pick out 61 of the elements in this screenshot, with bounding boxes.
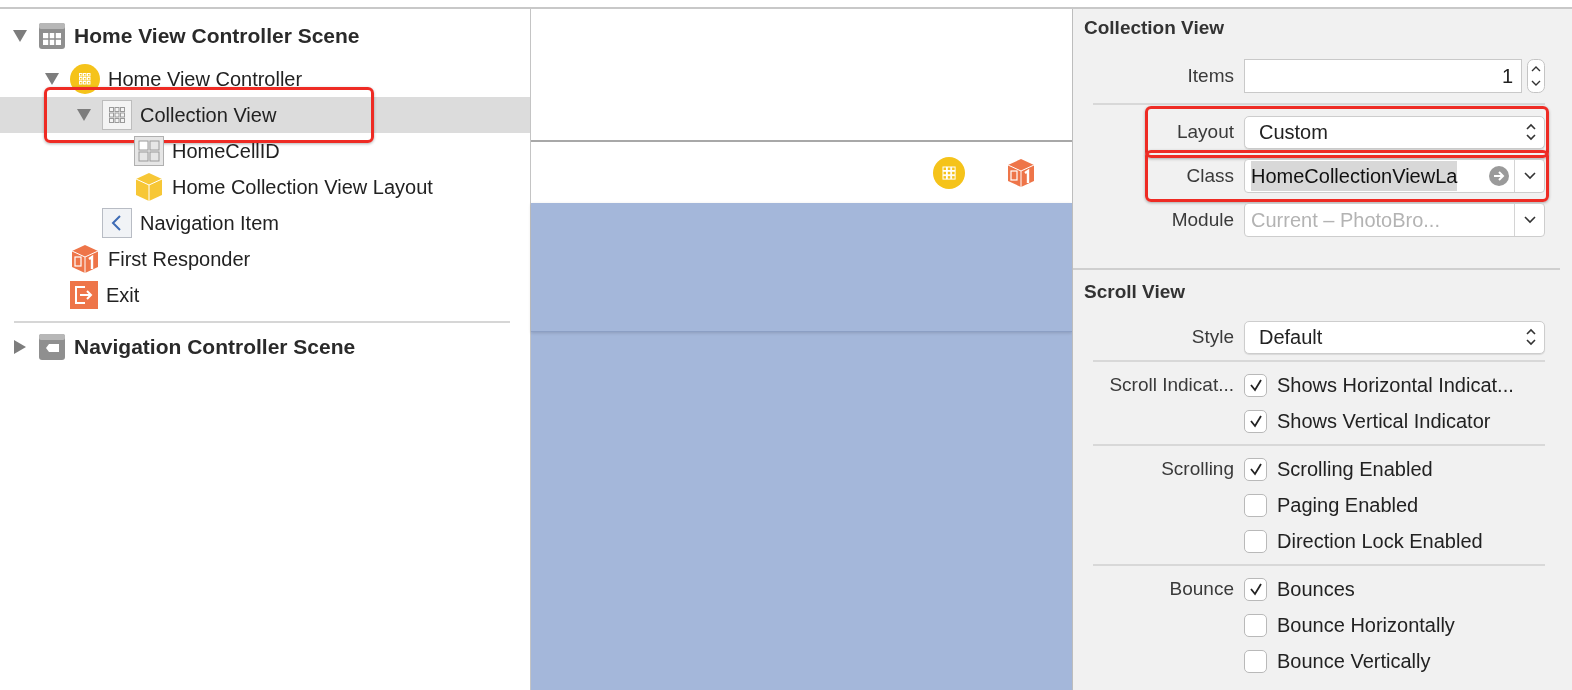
chevron-down-icon [1523,172,1536,180]
tree-item[interactable]: Exit [0,277,530,313]
checkbox[interactable] [1244,649,1267,673]
tree-item[interactable]: HomeCellID [0,133,530,169]
checkbox-label: Bounce Horizontally [1277,613,1455,638]
section-title: Collection View [1084,17,1226,39]
cube-icon [134,172,164,202]
check-icon [1248,378,1263,392]
arrow-circle-icon[interactable] [1488,165,1510,187]
field-label: Class [1186,163,1234,188]
checkbox[interactable] [1244,409,1267,433]
chevron-down-icon [1523,216,1536,224]
check-icon [1248,582,1263,596]
tree-item[interactable]: Home View Controller Scene [0,18,530,54]
disclosure-triangle-icon[interactable] [12,29,28,43]
checkbox[interactable] [1244,457,1267,481]
field-label: Bounce [1169,576,1234,601]
number-field[interactable]: 1 [1244,59,1522,93]
checkbox[interactable] [1244,529,1267,553]
exit-icon [70,281,98,309]
tree-item[interactable]: Navigation Item [0,205,530,241]
field-label: Style [1191,324,1234,349]
tree-item[interactable]: First Responder [0,241,530,277]
tree-item[interactable]: Collection View [0,97,530,133]
cube-icon[interactable] [1006,157,1036,188]
cell-icon [134,136,164,166]
checkbox-label: Scrolling Enabled [1277,457,1433,482]
field-label: Scrolling [1161,456,1234,481]
popup-button[interactable]: Custom [1244,115,1545,149]
field-label: Module [1171,207,1234,232]
scene-icon [38,22,66,50]
tree-item[interactable]: Home View Controller [0,61,530,97]
checkbox[interactable] [1244,577,1267,601]
section-title: Scroll View [1084,281,1187,303]
checkbox-label: Bounce Vertically [1277,649,1431,674]
check-icon [1248,462,1263,476]
checkbox-label: Bounces [1277,577,1355,602]
field-label: Scroll Indicat... [1109,372,1234,397]
stepper-icon[interactable] [1527,59,1545,93]
scene-icon [38,333,66,361]
disclosure-triangle-icon[interactable] [44,72,60,86]
checkbox-label: Shows Horizontal Indicat... [1277,373,1514,398]
checkbox-label: Paging Enabled [1277,493,1419,518]
checkbox[interactable] [1244,613,1267,637]
check-icon [1248,414,1263,428]
back-chevron-icon [102,208,132,238]
cube-icon [70,244,100,274]
field-label: Layout [1176,119,1234,144]
checkbox-label: Shows Vertical Indicator [1277,409,1491,434]
combo-box[interactable]: HomeCollectionViewLa [1244,159,1545,193]
tree-item[interactable]: Navigation Controller Scene [0,329,530,365]
checkbox-label: Direction Lock Enabled [1277,529,1483,554]
checkbox[interactable] [1244,373,1267,397]
checkbox[interactable] [1244,493,1267,517]
disclosure-triangle-icon[interactable] [76,108,92,122]
field-label: Items [1187,63,1234,88]
view-controller-icon [70,64,100,94]
disclosure-triangle-icon[interactable] [13,339,27,355]
popup-button[interactable]: Default [1244,320,1545,354]
collection-view-icon [102,100,132,130]
tree-item[interactable]: Home Collection View Layout [0,169,530,205]
